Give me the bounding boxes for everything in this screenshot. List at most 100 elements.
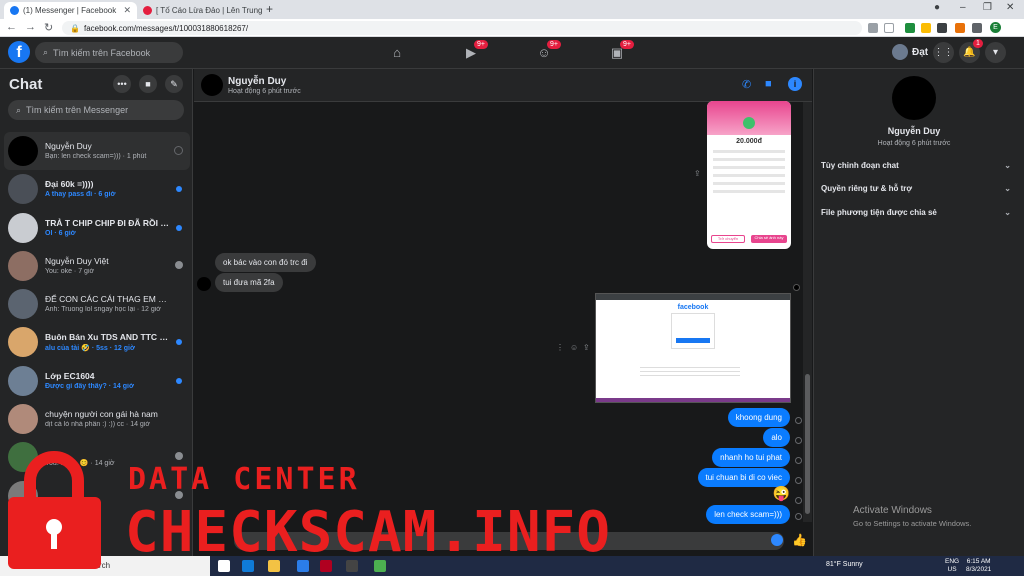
image-button-left: Trở chuyển [711, 235, 745, 243]
browser-tab-messenger[interactable]: (1) Messenger | Facebook ✕ [4, 2, 137, 19]
weather-widget[interactable]: 81°F Sunny [826, 561, 863, 568]
conversation-item[interactable]: Nguyễn Duy Bạn: len check scam=))) · 1 ph… [4, 132, 190, 171]
back-button[interactable]: ← [6, 21, 17, 33]
activate-windows-title: Activate Windows [853, 505, 932, 516]
option-label: File phương tiện được chia sẻ [821, 208, 937, 217]
emoji-message[interactable]: 😜 [773, 485, 790, 502]
language-indicator[interactable]: ENG US [945, 558, 959, 574]
conversation-item[interactable]: chuyện người con gái hà nam dịt cả lò nhà… [4, 400, 190, 438]
option-shared-media[interactable]: File phương tiện được chia sẻ ⌄ [821, 208, 1011, 217]
video-call-icon[interactable]: ■ [139, 75, 157, 93]
sent-icon [795, 417, 802, 424]
avatar [8, 250, 38, 281]
puzzle-icon[interactable] [972, 23, 982, 33]
phone-icon[interactable]: ✆ [742, 78, 751, 91]
extension-icon[interactable] [937, 23, 947, 33]
watch-badge: 9+ [474, 40, 488, 49]
minimize-button[interactable]: – [960, 2, 966, 13]
sent-icon [795, 513, 802, 520]
new-tab-button[interactable]: + [266, 2, 273, 16]
tab-search-icon[interactable]: ● [934, 2, 940, 13]
conversation-item[interactable]: Lớp EC1604 Được gì đấy thấy? · 14 giờ [4, 362, 190, 400]
thumbs-up-icon[interactable]: 👍 [792, 533, 807, 547]
conversation-item[interactable]: Buôn Bán Xu TDS AND TTC 🤩$$ alu của tài 🤣… [4, 323, 190, 361]
info-icon[interactable]: i [788, 77, 802, 91]
avatar [8, 174, 38, 205]
outgoing-message[interactable]: khoong dung [727, 408, 790, 427]
extension-icon[interactable] [905, 23, 915, 33]
forward-button[interactable]: → [25, 21, 36, 33]
conversation-name: Nguyễn Duy Việt [45, 255, 109, 266]
divider [713, 190, 785, 193]
close-tab-icon[interactable]: ✕ [123, 5, 131, 16]
facebook-header: f ⌕ Tìm kiếm trên Facebook ⌂ ▶ 9+ ☺ 9+ ▣… [0, 37, 1024, 69]
seen-status-icon [174, 146, 183, 155]
messenger-search-input[interactable]: ⌕ Tìm kiếm trên Messenger [8, 100, 184, 120]
emoji-picker-icon[interactable] [771, 534, 783, 546]
profile-shortcut[interactable]: Đạt [892, 44, 928, 60]
outgoing-message[interactable]: len check scam=))) [706, 505, 790, 524]
video-icon[interactable]: ■ [765, 78, 772, 90]
groups-badge: 9+ [547, 40, 561, 49]
incoming-message[interactable]: ok bác vào con đó trc đi [215, 253, 316, 272]
chat-contact-name[interactable]: Nguyễn Duy [228, 76, 286, 87]
scrollbar-thumb[interactable] [805, 374, 810, 514]
avatar [8, 289, 38, 320]
chat-scrollbar[interactable] [803, 102, 812, 522]
url-field[interactable]: 🔒 facebook.com/messages/t/10003188061826… [62, 21, 862, 35]
avatar[interactable] [892, 76, 936, 120]
conversation-preview: You: oke · 7 giờ [45, 267, 95, 275]
facebook-logo-icon[interactable]: f [8, 41, 30, 63]
avatar [197, 277, 211, 291]
avatar[interactable] [201, 74, 223, 96]
close-window-button[interactable]: ✕ [1006, 2, 1014, 13]
sent-icon [795, 477, 802, 484]
outgoing-message[interactable]: nhanh ho tui phat [712, 448, 790, 467]
browser-tab-report[interactable]: [ Tố Cáo Lừa Đảo | Lên Trung Tâm ✕ [137, 2, 263, 19]
shared-image[interactable]: 20.000đ Trở chuyển Chia sẻ ảnh này [707, 101, 791, 249]
conversation-item[interactable]: Nguyễn Duy Việt You: oke · 7 giờ [4, 247, 190, 285]
account-chevron-icon[interactable]: ▾ [985, 42, 1006, 63]
divider [713, 166, 785, 169]
incoming-message[interactable]: tui đưa mã 2fa [215, 273, 283, 292]
options-icon[interactable]: ••• [113, 75, 131, 93]
home-icon[interactable]: ⌂ [389, 45, 405, 60]
option-customize-chat[interactable]: Tùy chỉnh đoạn chat ⌄ [821, 161, 1011, 170]
seen-avatar [793, 284, 800, 291]
region-code: US [947, 566, 957, 573]
maximize-button[interactable]: ❐ [983, 2, 992, 13]
translate-icon[interactable] [868, 23, 878, 33]
conversation-name: TRẢ T CHIP CHIP ĐI ĐÃ RỒI BỚ... [45, 217, 170, 228]
shared-screenshot[interactable]: facebook [595, 293, 791, 403]
bookmark-star-icon[interactable] [884, 23, 894, 33]
sent-icon [795, 437, 802, 444]
conversation-item[interactable]: TRẢ T CHIP CHIP ĐI ĐÃ RỒI BỚ... Ol · 6 gi… [4, 209, 190, 247]
outgoing-message[interactable]: alo [763, 428, 790, 447]
watermark-line-1: DATA CENTER [128, 462, 360, 497]
facebook-search-input[interactable]: ⌕ Tìm kiếm trên Facebook [35, 42, 183, 63]
extension-icon[interactable] [955, 23, 965, 33]
image-amount: 20.000đ [736, 138, 762, 145]
reload-button[interactable]: ↻ [44, 21, 53, 34]
menu-grid-icon[interactable]: ⋮⋮ [933, 42, 954, 63]
conversation-item[interactable]: ĐỂ CON CÁC CÁI THAG EM XĂM ...Anh: Truon… [4, 285, 190, 323]
more-options-icon[interactable]: ⋮ [556, 343, 564, 352]
extension-icon[interactable] [921, 23, 931, 33]
screenshot-text [640, 364, 740, 378]
search-placeholder: Tìm kiếm trên Messenger [26, 105, 129, 115]
search-placeholder: Tìm kiếm trên Facebook [53, 47, 151, 58]
browser-profile-avatar[interactable]: E [990, 22, 1001, 33]
new-message-icon[interactable]: ✎ [165, 75, 183, 93]
notifications-badge: 1 [973, 39, 983, 48]
sent-icon [795, 457, 802, 464]
share-icon[interactable]: ⇪ [583, 343, 590, 352]
react-icon[interactable]: ☺ [570, 343, 578, 352]
option-privacy-support[interactable]: Quyền riêng tư & hỗ trợ ⌄ [821, 184, 1011, 193]
system-clock[interactable]: 6:15 AM 8/3/2021 [966, 558, 991, 574]
conversation-name: Buôn Bán Xu TDS AND TTC 🤩$$ [45, 332, 170, 343]
chevron-down-icon: ⌄ [1004, 208, 1011, 217]
clock-date: 8/3/2021 [966, 566, 992, 573]
unread-dot-icon [176, 224, 182, 231]
share-icon[interactable]: ⇪ [694, 169, 701, 178]
conversation-item[interactable]: Đại 60k =)))) A thay pass đi · 6 giờ [4, 170, 190, 208]
